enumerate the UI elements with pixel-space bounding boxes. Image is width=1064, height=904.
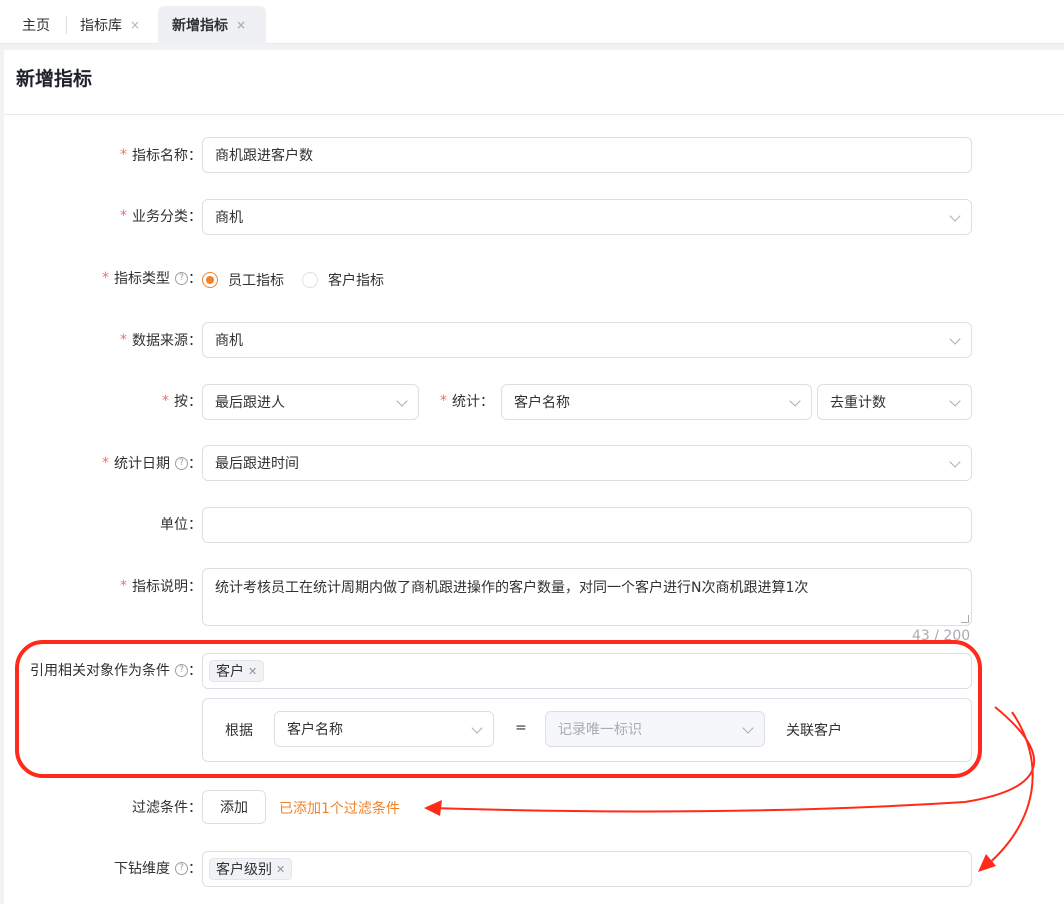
relation-field-select[interactable]: 客户名称 — [274, 711, 494, 747]
related-object-label: 引用相关对象作为条件?： — [30, 663, 202, 679]
data-source-select[interactable]: 商机 — [202, 322, 972, 358]
data-source-label: * 数据来源： — [120, 332, 202, 349]
unit-label: 单位： — [160, 517, 202, 533]
chevron-down-icon — [949, 210, 961, 222]
form-card: 新增指标 * 指标名称： 商机跟进客户数 * 业务分类： 商机 * 指标类型?： 员工… — [4, 50, 1064, 904]
chevron-down-icon — [949, 456, 961, 468]
tag-customer: 客户 ✕ — [209, 660, 265, 682]
filter-label: 过滤条件： — [132, 800, 202, 816]
category-label: * 业务分类： — [120, 208, 202, 225]
radio-employee-metric[interactable]: 员工指标 — [202, 270, 284, 290]
required-mark: * — [102, 270, 109, 286]
question-circle-icon[interactable]: ? — [175, 271, 188, 285]
chevron-down-icon — [789, 395, 801, 407]
description-textarea[interactable]: 统计考核员工在统计周期内做了商机跟进操作的客户数量，对同一个客户进行N次商机跟进… — [202, 568, 972, 626]
metric-name-label: * 指标名称： — [120, 147, 202, 164]
divider — [4, 114, 1064, 115]
required-mark: * — [120, 147, 127, 163]
drill-dimension-label: 下钻维度?： — [114, 861, 202, 877]
stat-label: * 统计： — [440, 393, 494, 410]
tab-new-metric-label: 新增指标 — [172, 18, 228, 34]
stat-date-label: * 统计日期?： — [102, 455, 202, 472]
char-counter: 43 / 200 — [912, 628, 971, 644]
related-object-select[interactable]: 客户 ✕ — [202, 653, 972, 689]
required-mark: * — [102, 455, 109, 471]
question-circle-icon[interactable]: ? — [175, 456, 188, 470]
tab-metric-library[interactable]: 指标库 × — [80, 6, 140, 44]
question-circle-icon[interactable]: ? — [175, 663, 188, 677]
filter-hint: 已添加1个过滤条件 — [279, 801, 400, 817]
stat-field-select[interactable]: 客户名称 — [501, 384, 812, 420]
by-label: * 按： — [162, 393, 202, 410]
chevron-down-icon — [396, 395, 408, 407]
close-icon[interactable]: × — [130, 18, 140, 32]
required-mark: * — [120, 208, 127, 224]
tab-home[interactable]: 主页 — [22, 6, 50, 44]
metric-name-input[interactable]: 商机跟进客户数 — [202, 137, 972, 173]
question-circle-icon[interactable]: ? — [175, 861, 188, 875]
page-title: 新增指标 — [16, 68, 93, 90]
resize-handle-icon[interactable] — [961, 615, 969, 623]
relation-prefix: 根据 — [225, 723, 253, 739]
close-icon[interactable]: ✕ — [276, 863, 285, 876]
stat-method-select[interactable]: 去重计数 — [817, 384, 972, 420]
required-mark: * — [162, 393, 169, 409]
close-icon[interactable]: × — [236, 18, 246, 32]
tab-bar: 主页 指标库 × 新增指标 × — [0, 0, 1064, 44]
equals-sign: = — [515, 720, 527, 736]
required-mark: * — [440, 393, 447, 409]
tab-metric-library-label: 指标库 — [80, 18, 122, 34]
chevron-down-icon — [742, 722, 754, 734]
category-select[interactable]: 商机 — [202, 199, 972, 235]
close-icon[interactable]: ✕ — [248, 665, 257, 678]
by-select[interactable]: 最后跟进人 — [202, 384, 419, 420]
tab-separator — [66, 16, 67, 34]
unit-input[interactable] — [202, 507, 972, 543]
drill-dimension-select[interactable]: 客户级别 ✕ — [202, 851, 972, 887]
chevron-down-icon — [471, 722, 483, 734]
relation-suffix: 关联客户 — [786, 723, 842, 739]
radio-checked-icon — [202, 272, 218, 288]
radio-unchecked-icon — [302, 272, 318, 288]
radio-customer-metric[interactable]: 客户指标 — [302, 270, 384, 290]
required-mark: * — [120, 332, 127, 348]
relation-rule-box: 根据 客户名称 = 记录唯一标识 关联客户 — [202, 698, 972, 762]
metric-type-label: * 指标类型?： — [102, 270, 202, 287]
chevron-down-icon — [949, 395, 961, 407]
description-label: * 指标说明： — [120, 578, 202, 595]
add-filter-button[interactable]: 添加 — [202, 790, 266, 824]
tab-home-label: 主页 — [22, 18, 50, 34]
tag-customer-level: 客户级别 ✕ — [209, 858, 293, 880]
relation-target-select[interactable]: 记录唯一标识 — [545, 711, 765, 747]
stat-date-select[interactable]: 最后跟进时间 — [202, 445, 972, 481]
required-mark: * — [120, 578, 127, 594]
tab-new-metric[interactable]: 新增指标 × — [158, 6, 266, 44]
chevron-down-icon — [949, 333, 961, 345]
